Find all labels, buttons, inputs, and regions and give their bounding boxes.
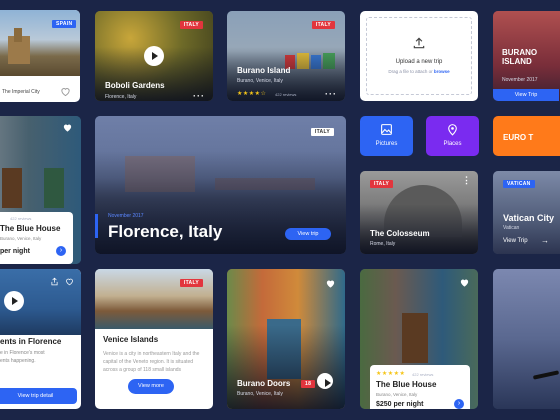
upload-card[interactable]: Upload a new trip Drag a file to attach … — [360, 11, 478, 101]
gondola-card[interactable] — [493, 269, 560, 409]
vatican-card[interactable]: VATICAN Vatican City Vatican View Trip → — [493, 171, 560, 254]
share-icon[interactable] — [50, 277, 59, 286]
hero-title: Florence, Italy — [108, 222, 223, 241]
reviews-count: 422 reviews — [412, 372, 434, 377]
burano-2-subtitle: November 2017 — [502, 77, 538, 83]
spain-card[interactable]: SPAIN The Imperial City — [0, 10, 80, 102]
spain-tag: SPAIN — [52, 20, 77, 28]
events-card[interactable]: ents in Florence e in Florence’s most en… — [0, 269, 81, 409]
spain-subtitle: The Imperial City — [2, 89, 40, 95]
view-trip-link[interactable]: View Trip — [503, 238, 528, 244]
rating-stars: ★★★★☆ — [237, 91, 267, 97]
burano-island-tag: ITALY — [311, 21, 335, 29]
rating-stars: ★★★★★ — [376, 371, 406, 377]
burano-doors-subtitle: Burano, Venice, Italy — [237, 391, 283, 397]
burano-island-title: Burano Island — [237, 66, 291, 75]
upload-title: Upload a new trip — [395, 59, 443, 65]
vatican-title: Vatican City — [503, 213, 555, 223]
hero-tag: ITALY — [310, 128, 334, 136]
burano-2-title-line2: ISLAND — [502, 57, 532, 66]
reviews-count: 422 reviews — [275, 92, 297, 97]
view-trip-button[interactable]: View Trip — [493, 89, 559, 101]
events-desc-line2: ents happening. — [0, 358, 36, 364]
colosseum-title: The Colosseum — [370, 229, 430, 238]
blue-house-card[interactable]: ★★★★★ 422 reviews The Blue House Burano,… — [360, 269, 478, 409]
blue-house-price: $250 per night — [376, 401, 424, 408]
vatican-tag: VATICAN — [503, 180, 535, 188]
colosseum-card[interactable]: ITALY ⋮ The Colosseum Rome, Italy — [360, 171, 478, 254]
hero-date: November 2017 — [108, 213, 144, 219]
blue-house-left-info: 422 reviews The Blue House Burano, Venic… — [0, 212, 73, 264]
boboli-card[interactable]: ITALY Boboli Gardens Florence, Italy ··· — [95, 11, 213, 101]
heart-icon[interactable] — [459, 277, 470, 288]
upload-icon — [413, 37, 425, 49]
boboli-subtitle: Florence, Italy — [105, 94, 137, 100]
pictures-label: Pictures — [375, 141, 398, 147]
burano-island-card[interactable]: ITALY Burano Island Burano, Venice, Ital… — [227, 11, 345, 101]
heart-icon[interactable] — [325, 278, 336, 289]
reviews-count: 422 reviews — [10, 216, 32, 221]
venice-tag: ITALY — [179, 279, 203, 287]
venice-photo — [95, 269, 213, 329]
upload-hint: Drag a file to attach or — [388, 69, 433, 74]
blue-house-left-title: The Blue House — [0, 224, 61, 233]
burano-island-subtitle: Burano, Venice, Italy — [237, 78, 283, 84]
view-more-button[interactable]: View more — [128, 379, 174, 394]
colosseum-subtitle: Rome, Italy — [370, 241, 396, 247]
burano-doors-card[interactable]: Burano Doors Burano, Venice, Italy 18 — [227, 269, 345, 409]
blue-house-info: ★★★★★ 422 reviews The Blue House Burano,… — [370, 365, 470, 409]
image-icon — [381, 124, 392, 135]
euro-label: EURO T — [503, 133, 534, 142]
boboli-title: Boboli Gardens — [105, 81, 165, 90]
heart-icon[interactable] — [65, 277, 74, 286]
blue-house-left-price: per night — [0, 248, 30, 255]
colosseum-tag: ITALY — [370, 180, 394, 188]
burano-island-card-2[interactable]: BURANO ISLAND November 2017 View Trip — [493, 11, 560, 101]
venice-card[interactable]: ITALY Venice Islands Venice is a city in… — [95, 269, 213, 409]
arrow-right-icon[interactable]: › — [56, 246, 66, 256]
heart-icon[interactable] — [62, 122, 73, 133]
play-icon[interactable] — [144, 46, 164, 66]
burano-2-title-line1: BURANO — [502, 48, 538, 57]
venice-title: Venice Islands — [103, 335, 159, 344]
gondola-photo — [493, 269, 560, 409]
boboli-tag: ITALY — [179, 21, 203, 29]
events-desc-line1: e in Florence’s most — [0, 350, 45, 356]
more-icon[interactable]: ··· — [193, 91, 205, 101]
view-trip-button[interactable]: View trip — [285, 228, 331, 240]
burano-doors-title: Burano Doors — [237, 379, 291, 388]
places-button[interactable]: Places — [426, 116, 479, 156]
blue-house-card-left[interactable]: 422 reviews The Blue House Burano, Venic… — [0, 116, 81, 264]
upload-dropzone[interactable] — [366, 17, 472, 95]
location-pin-icon — [448, 124, 457, 136]
more-icon[interactable]: ··· — [325, 89, 337, 99]
events-title: ents in Florence — [0, 337, 62, 346]
blue-house-left-subtitle: Burano, Venice, Italy — [0, 236, 42, 241]
arrow-right-icon[interactable]: → — [541, 236, 549, 245]
hero-card[interactable]: ITALY November 2017 Florence, Italy View… — [95, 116, 346, 254]
play-icon[interactable] — [317, 373, 333, 389]
blue-house-title: The Blue House — [376, 380, 437, 389]
places-label: Places — [443, 141, 462, 147]
blue-house-subtitle: Burano, Venice, Italy — [376, 392, 418, 397]
more-vertical-icon[interactable]: ⋮ — [462, 175, 472, 186]
vatican-subtitle: Vatican — [503, 225, 520, 231]
hero-accent-bar — [95, 214, 98, 238]
view-trip-detail-button[interactable]: View trip detail — [0, 388, 77, 404]
play-icon[interactable] — [4, 291, 24, 311]
pictures-button[interactable]: Pictures — [360, 116, 413, 156]
burano-doors-count: 18 — [301, 380, 316, 388]
venice-desc: Venice is a city in northeastern Italy a… — [103, 351, 200, 373]
arrow-right-icon[interactable]: › — [454, 399, 464, 409]
browse-link[interactable]: browse — [434, 69, 450, 74]
heart-icon[interactable] — [60, 86, 71, 97]
euro-card[interactable]: EURO T — [493, 116, 560, 156]
